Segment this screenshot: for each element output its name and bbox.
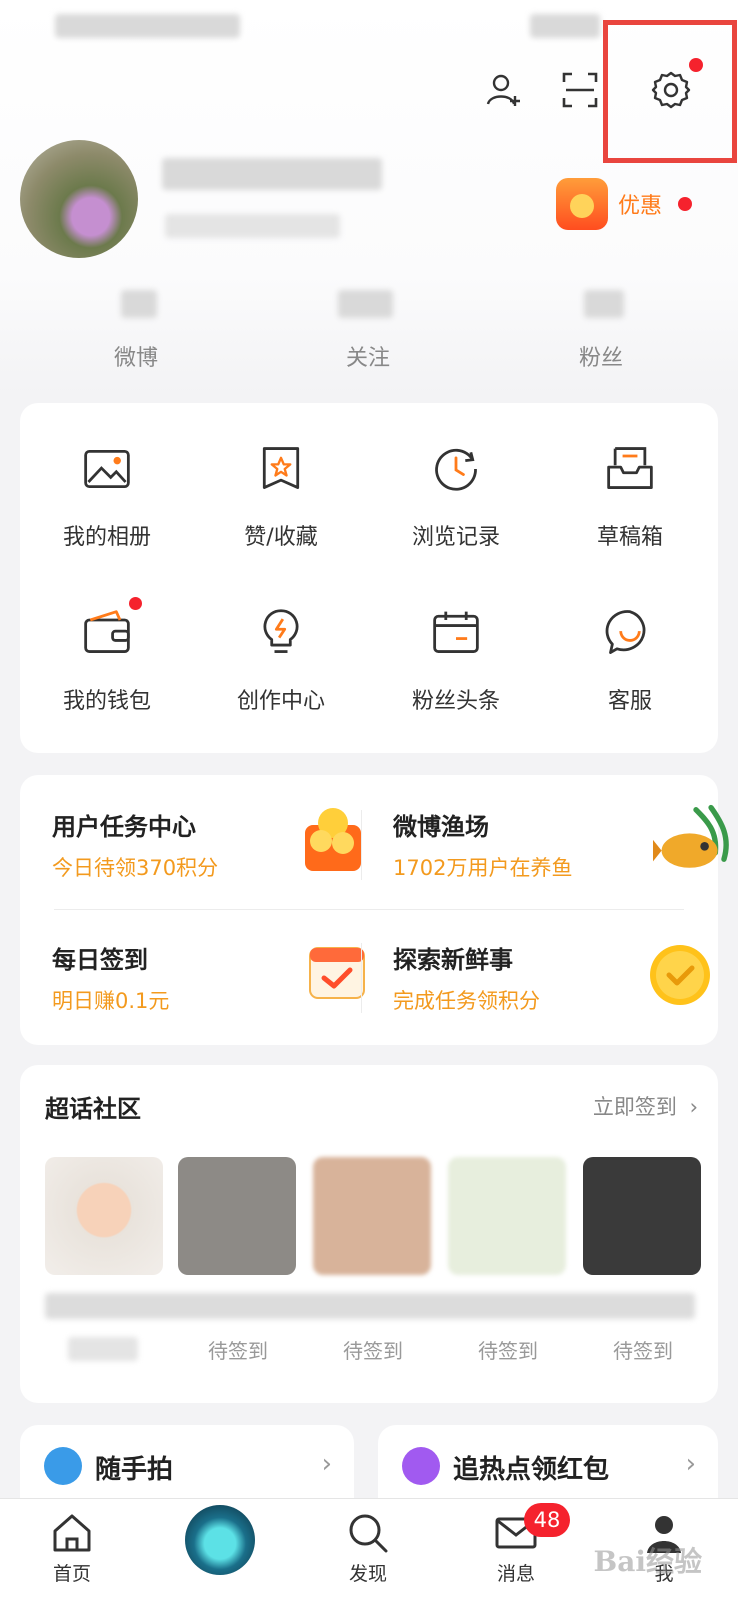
stat-value-blurred xyxy=(338,290,393,318)
topic-card-image[interactable] xyxy=(448,1157,566,1275)
topic-status[interactable]: 待签到 xyxy=(583,1335,703,1364)
grid-label: 客服 xyxy=(607,689,652,714)
draft-icon xyxy=(607,447,653,489)
tab-label: 发现 xyxy=(348,1563,387,1585)
stat-value-blurred xyxy=(121,290,157,318)
grid-item-customer-service[interactable]: 客服 xyxy=(543,605,717,715)
alarm-icon xyxy=(402,1447,440,1485)
check-coin-icon xyxy=(650,945,710,1005)
camera-icon xyxy=(44,1447,82,1485)
tab-messages[interactable]: 消息 48 xyxy=(466,1503,570,1586)
topic-status[interactable]: 待签到 xyxy=(313,1335,433,1364)
coin-bag-icon xyxy=(305,808,361,871)
topic-card-image[interactable] xyxy=(583,1157,701,1275)
tab-video[interactable] xyxy=(170,1505,270,1575)
grid-item-fans-headline[interactable]: 粉丝头条 xyxy=(369,605,543,715)
grid-label: 赞/收藏 xyxy=(244,525,318,550)
add-friend-button[interactable] xyxy=(480,66,528,114)
username-blurred xyxy=(162,158,382,190)
chat-icon xyxy=(605,610,646,654)
promo-button[interactable]: 优惠 xyxy=(556,178,693,230)
topic-card-image[interactable] xyxy=(178,1157,296,1275)
stat-label: 关注 xyxy=(345,346,390,371)
status-bar-right xyxy=(530,14,600,38)
super-topic-title: 超话社区 xyxy=(45,1095,141,1123)
topic-status[interactable]: 待签到 xyxy=(448,1335,568,1364)
grid-item-wallet[interactable]: 我的钱包 xyxy=(20,597,194,715)
bulb-icon xyxy=(263,609,299,653)
tab-discover[interactable]: 发现 xyxy=(318,1511,418,1586)
promo-notification-dot xyxy=(678,197,693,211)
grid-label: 我的相册 xyxy=(62,525,151,550)
avatar[interactable] xyxy=(20,140,138,258)
snapshot-label: 随手拍 xyxy=(95,1455,174,1485)
topic-status[interactable]: 待签到 xyxy=(178,1335,298,1364)
chevron-right-icon: › xyxy=(321,1449,332,1479)
status-bar-left xyxy=(55,14,240,38)
grid-label: 草稿箱 xyxy=(596,525,663,550)
stat-value-blurred xyxy=(584,290,624,318)
task-divider-vertical xyxy=(361,943,362,1013)
watermark-logo: Bai经验 xyxy=(593,1545,702,1578)
topic-status-blurred xyxy=(68,1337,138,1361)
stat-fans[interactable]: 粉丝 xyxy=(526,290,676,372)
gift-icon xyxy=(556,178,608,230)
home-icon xyxy=(53,1514,91,1552)
tab-label: 消息 xyxy=(496,1563,535,1585)
chevron-right-icon: › xyxy=(689,1095,698,1119)
grid-item-album[interactable]: 我的相册 xyxy=(20,441,194,551)
function-grid-card: 我的相册 赞/收藏 浏览记录 草稿箱 我的钱包 创作中心 粉丝头条 客服 xyxy=(20,403,718,753)
checkin-now-label: 立即签到 xyxy=(592,1095,677,1119)
grid-item-drafts[interactable]: 草稿箱 xyxy=(543,441,717,551)
grid-label: 创作中心 xyxy=(236,689,325,714)
stat-label: 粉丝 xyxy=(578,346,623,371)
chevron-right-icon: › xyxy=(685,1449,696,1479)
tasks-card: 用户任务中心 今日待领370积分 微博渔场 1702万用户在养鱼 每日签到 明日… xyxy=(20,775,729,1045)
hot-topic-label: 追热点领红包 xyxy=(453,1455,610,1485)
grid-label: 浏览记录 xyxy=(411,525,500,550)
topic-names-blurred xyxy=(45,1293,695,1319)
grid-label: 我的钱包 xyxy=(62,689,151,714)
scan-icon xyxy=(562,72,598,108)
stat-following[interactable]: 关注 xyxy=(293,290,443,372)
tab-label: 首页 xyxy=(52,1563,91,1585)
task-explore[interactable]: 探索新鲜事 完成任务领积分 xyxy=(393,940,733,1060)
grid-item-history[interactable]: 浏览记录 xyxy=(369,441,543,551)
messages-badge: 48 xyxy=(524,1503,570,1537)
stat-weibo[interactable]: 微博 xyxy=(61,290,211,372)
history-icon xyxy=(435,448,477,491)
fish-icon xyxy=(653,804,729,868)
task-divider-vertical xyxy=(361,810,362,880)
topic-card-image[interactable] xyxy=(313,1157,431,1275)
video-avatar-icon xyxy=(185,1505,255,1575)
task-divider-horizontal xyxy=(54,909,684,910)
super-topic-card: 超话社区 立即签到 › 待签到 待签到 待签到 待签到 xyxy=(20,1065,718,1403)
wallet-icon xyxy=(84,610,130,653)
topic-card-image[interactable] xyxy=(45,1157,163,1275)
grid-item-creator-center[interactable]: 创作中心 xyxy=(194,605,368,715)
promo-label: 优惠 xyxy=(618,194,663,219)
favorite-icon xyxy=(262,447,300,489)
bio-blurred xyxy=(165,214,340,238)
scan-button[interactable] xyxy=(556,66,604,114)
grid-label: 粉丝头条 xyxy=(411,689,500,714)
search-icon xyxy=(349,1514,388,1553)
stat-label: 微博 xyxy=(113,346,158,371)
task-daily-checkin[interactable]: 每日签到 明日赚0.1元 xyxy=(52,940,392,1060)
wallet-notification-dot xyxy=(129,597,142,610)
settings-highlight-box xyxy=(603,20,737,163)
tab-home[interactable]: 首页 xyxy=(22,1511,122,1586)
calendar-icon xyxy=(433,611,479,653)
photo-icon xyxy=(84,449,130,489)
grid-item-favorites[interactable]: 赞/收藏 xyxy=(194,441,368,551)
person-add-icon xyxy=(486,74,520,106)
checkin-now-link[interactable]: 立即签到 › xyxy=(593,1091,698,1121)
